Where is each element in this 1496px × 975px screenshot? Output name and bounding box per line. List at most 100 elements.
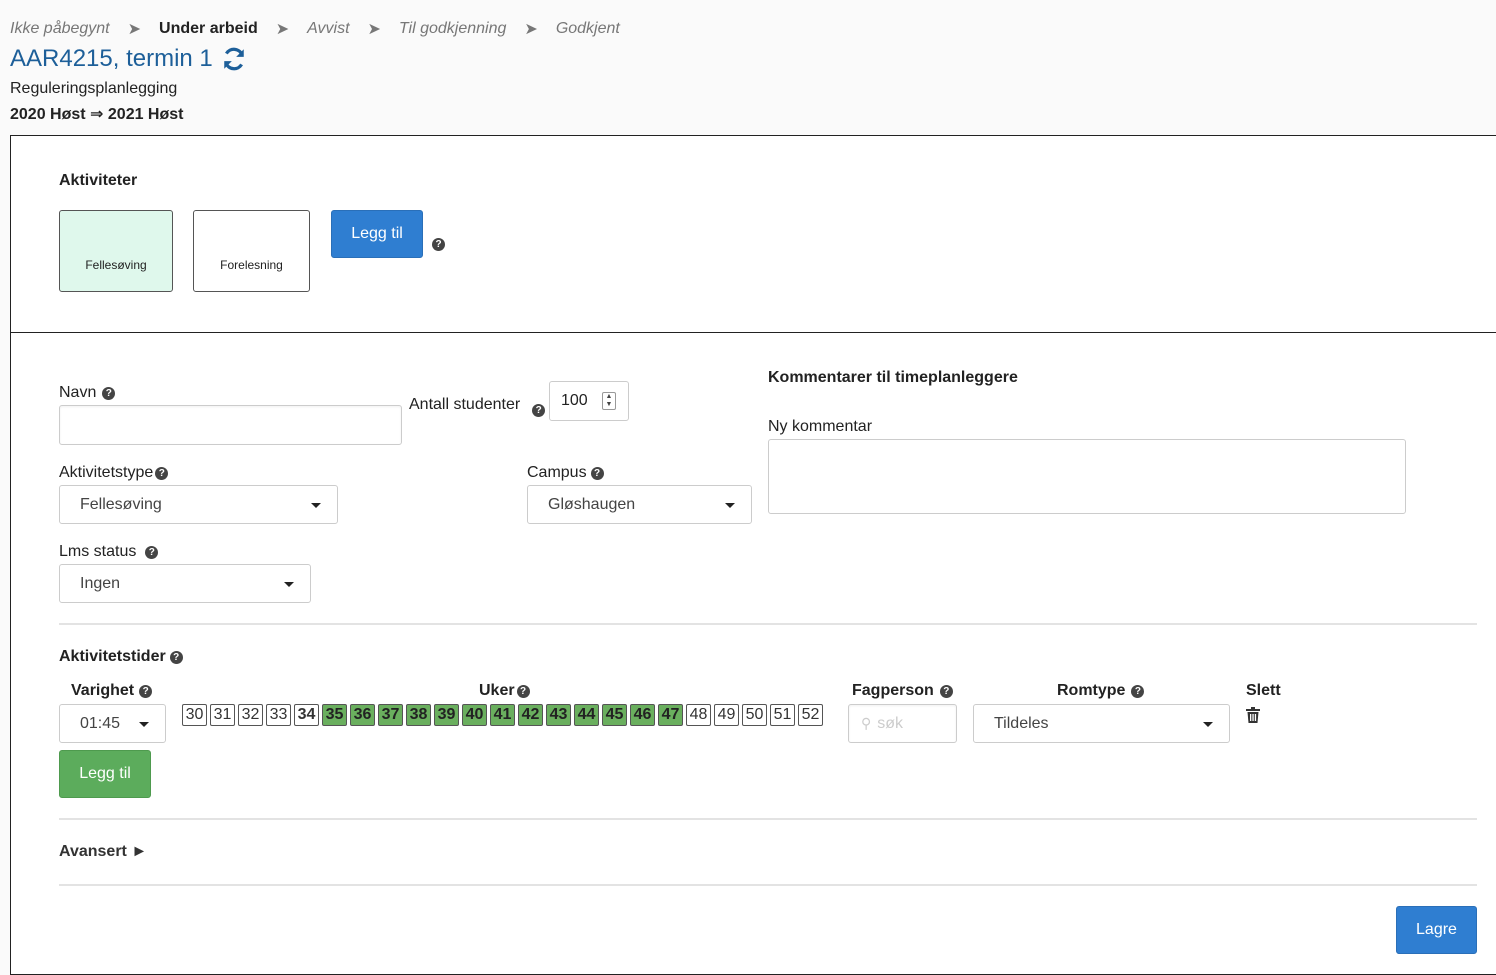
- campus-value: Gløshaugen: [548, 495, 636, 513]
- help-icon[interactable]: ?: [590, 466, 604, 480]
- new-comment-textarea[interactable]: [768, 439, 1406, 514]
- duration-label: Varighet: [71, 682, 135, 699]
- week-chip-30[interactable]: 30: [182, 704, 207, 726]
- step-til-godkjenning: Til godkjenning: [398, 20, 507, 37]
- week-chip-49[interactable]: 49: [714, 704, 739, 726]
- name-input[interactable]: [59, 405, 402, 445]
- advanced-toggle[interactable]: Avansert ►: [59, 843, 147, 861]
- students-label-row: Antall studenter ?: [409, 392, 546, 417]
- section-divider: [59, 818, 1477, 820]
- week-selector: 30 31 32 33 34 35 36 37 38 39 40 41 42 43 44 45 46 47 48 49…: [182, 704, 823, 726]
- help-icon[interactable]: ?: [169, 650, 183, 664]
- room-label-row: Romtype ?: [1057, 682, 1145, 700]
- week-chip-33[interactable]: 33: [266, 704, 291, 726]
- times-heading-row: Aktivitetstider ?: [59, 648, 183, 666]
- week-chip-45[interactable]: 45: [602, 704, 627, 726]
- week-chip-37[interactable]: 37: [378, 704, 403, 726]
- week-chip-42[interactable]: 42: [518, 704, 543, 726]
- week-chip-48[interactable]: 48: [686, 704, 711, 726]
- activity-type-value: Fellesøving: [80, 495, 162, 513]
- room-label: Romtype: [1057, 682, 1126, 699]
- week-chip-52[interactable]: 52: [798, 704, 823, 726]
- week-chip-47[interactable]: 47: [658, 704, 683, 726]
- refresh-icon[interactable]: [221, 46, 247, 72]
- person-label-row: Fagperson ?: [852, 682, 953, 700]
- step-ikke-pabegynt: Ikke påbegynt: [10, 20, 110, 37]
- activity-forelesning[interactable]: Forelesning: [193, 210, 310, 292]
- week-chip-31[interactable]: 31: [210, 704, 235, 726]
- trash-icon[interactable]: [1246, 707, 1260, 723]
- times-heading: Aktivitetstider: [59, 648, 166, 665]
- week-chip-46[interactable]: 46: [630, 704, 655, 726]
- help-icon[interactable]: ?: [516, 684, 530, 698]
- step-arrow-icon: ➤: [275, 21, 290, 38]
- week-chip-51[interactable]: 51: [770, 704, 795, 726]
- week-chip-44[interactable]: 44: [574, 704, 599, 726]
- course-period: 2020 Høst ⇒ 2021 Høst: [10, 106, 184, 123]
- students-number-input[interactable]: 100 ▲ ▼: [549, 381, 629, 421]
- step-arrow-icon: ➤: [524, 21, 538, 38]
- step-under-arbeid: Under arbeid: [159, 20, 258, 37]
- page-title: AAR4215, termin 1: [10, 45, 213, 72]
- section-divider: [59, 623, 1477, 625]
- week-chip-40[interactable]: 40: [462, 704, 487, 726]
- campus-select[interactable]: Gløshaugen: [527, 485, 752, 524]
- lms-status-select[interactable]: Ingen: [59, 564, 311, 603]
- room-type-select[interactable]: Tildeles: [973, 704, 1230, 743]
- activity-type-select[interactable]: Fellesøving: [59, 485, 338, 524]
- help-icon[interactable]: ?: [939, 684, 953, 698]
- weeks-label: Uker: [479, 682, 515, 699]
- step-arrow-icon: ➤: [367, 21, 381, 38]
- campus-label: Campus: [527, 464, 587, 481]
- activity-label: Forelesning: [220, 258, 283, 272]
- week-chip-36[interactable]: 36: [350, 704, 375, 726]
- week-chip-39[interactable]: 39: [434, 704, 459, 726]
- week-chip-50[interactable]: 50: [742, 704, 767, 726]
- step-godkjent: Godkjent: [555, 20, 620, 37]
- person-search-input[interactable]: ⚲ søk: [848, 704, 957, 743]
- help-icon[interactable]: ?: [145, 545, 159, 559]
- week-chip-41[interactable]: 41: [490, 704, 515, 726]
- help-icon[interactable]: ?: [1131, 684, 1145, 698]
- new-comment-label: Ny kommentar: [768, 418, 873, 435]
- help-icon[interactable]: ?: [432, 238, 445, 251]
- help-icon[interactable]: ?: [139, 684, 153, 698]
- section-divider: [59, 884, 1477, 886]
- students-value: 100: [561, 392, 588, 409]
- save-button[interactable]: Lagre: [1396, 906, 1477, 954]
- week-chip-34[interactable]: 34: [294, 704, 319, 726]
- activity-type-label: Aktivitetstype: [59, 464, 154, 481]
- activity-fellesoving[interactable]: Fellesøving: [59, 210, 173, 292]
- help-icon[interactable]: ?: [532, 404, 546, 417]
- workflow-steps: Ikke påbegynt ➤ Under arbeid ➤ Avvist ➤ …: [10, 19, 620, 39]
- search-icon: ⚲: [861, 715, 872, 731]
- chevron-down-icon: [725, 502, 735, 508]
- name-label-row: Navn ?: [59, 384, 116, 402]
- lms-label: Lms status: [59, 543, 137, 560]
- week-chip-43[interactable]: 43: [546, 704, 571, 726]
- week-chip-35[interactable]: 35: [322, 704, 347, 726]
- week-chip-38[interactable]: 38: [406, 704, 431, 726]
- duration-select[interactable]: 01:45: [59, 704, 166, 743]
- course-name: Reguleringsplanlegging: [10, 80, 178, 97]
- duration-value: 01:45: [80, 714, 121, 732]
- name-label: Navn: [59, 384, 97, 401]
- activities-heading: Aktiviteter: [59, 172, 138, 189]
- step-avvist: Avvist: [307, 20, 350, 37]
- add-time-button[interactable]: Legg til: [59, 750, 151, 798]
- delete-label: Slett: [1246, 682, 1281, 699]
- chevron-down-icon: [1203, 721, 1213, 727]
- add-activity-button[interactable]: Legg til: [331, 210, 423, 258]
- spinner-icon[interactable]: ▲ ▼: [602, 392, 616, 410]
- lms-label-row: Lms status ?: [59, 543, 159, 561]
- campus-label-row: Campus ?: [527, 464, 604, 482]
- panel-divider: [10, 332, 1496, 333]
- help-icon[interactable]: ?: [102, 386, 116, 400]
- step-arrow-icon: ➤: [127, 21, 142, 38]
- week-chip-32[interactable]: 32: [238, 704, 263, 726]
- activity-type-label-row: Aktivitetstype ?: [59, 464, 169, 482]
- person-search-placeholder: søk: [877, 714, 904, 732]
- page-title-row: AAR4215, termin 1: [10, 45, 247, 73]
- chevron-down-icon: [311, 502, 321, 508]
- help-icon[interactable]: ?: [155, 466, 169, 480]
